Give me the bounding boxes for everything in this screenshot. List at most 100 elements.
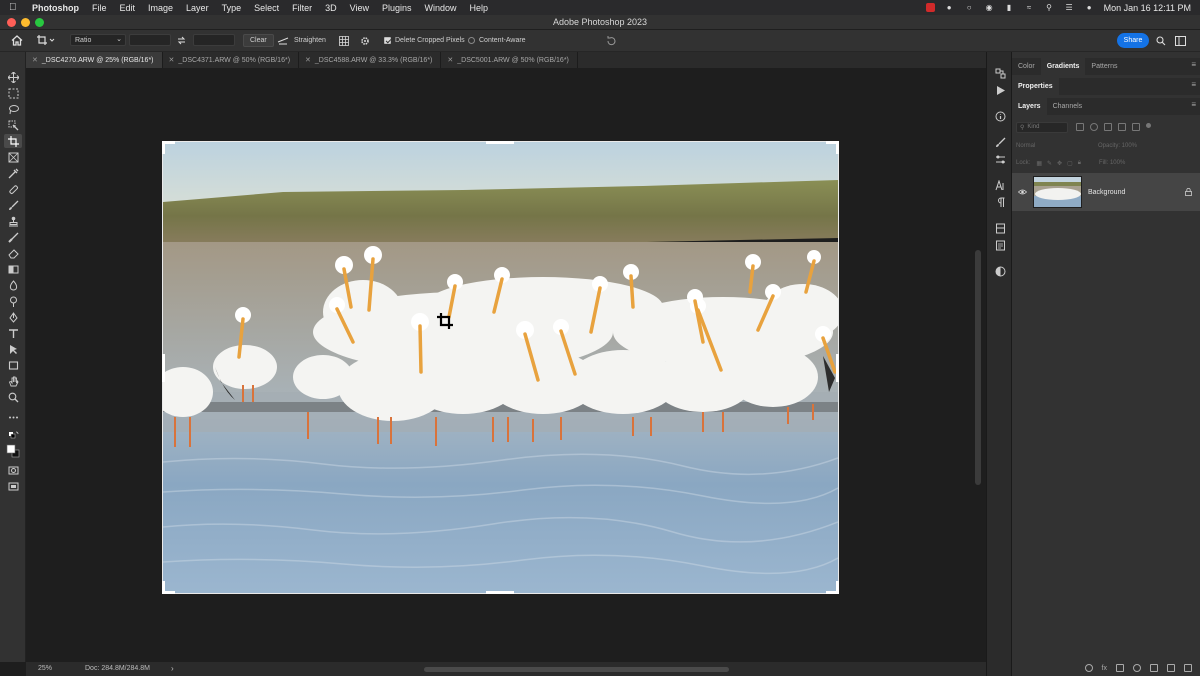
blur-tool-icon[interactable] [4, 278, 22, 292]
record-icon[interactable] [925, 3, 935, 12]
brush-tool-icon[interactable] [4, 198, 22, 212]
color-swatches-icon[interactable] [4, 443, 22, 459]
new-adjustment-layer-icon[interactable] [1133, 664, 1141, 672]
tab-properties[interactable]: Properties [1012, 78, 1059, 95]
overlay-grid-icon[interactable] [339, 34, 349, 47]
home-icon[interactable] [11, 34, 23, 47]
document-image[interactable] [163, 142, 838, 593]
filter-shape-icon[interactable] [1118, 123, 1126, 131]
panel-menu-icon[interactable]: ≡ [1191, 81, 1196, 89]
menu-select[interactable]: Select [254, 3, 279, 13]
delete-layer-icon[interactable] [1184, 664, 1192, 672]
filter-type-icon[interactable] [1104, 123, 1112, 131]
paragraph-icon[interactable] [993, 195, 1007, 209]
menu-image[interactable]: Image [148, 3, 173, 13]
tab-layers[interactable]: Layers [1012, 98, 1047, 115]
type-tool-icon[interactable] [4, 326, 22, 340]
menu-edit[interactable]: Edit [120, 3, 136, 13]
menu-plugins[interactable]: Plugins [382, 3, 412, 13]
swap-ratio-icon[interactable] [177, 34, 186, 47]
content-aware-radio[interactable]: Content-Aware [468, 34, 526, 47]
pen-tool-icon[interactable] [4, 310, 22, 324]
visibility-eye-icon[interactable] [1012, 189, 1032, 195]
layer-kind-filter[interactable]: ⚲ Kind [1016, 121, 1068, 133]
control-center-icon[interactable]: ◉ [984, 3, 995, 12]
crop-handle-top[interactable] [486, 141, 514, 144]
glyphs-icon[interactable] [993, 221, 1007, 235]
menu-layer[interactable]: Layer [186, 3, 209, 13]
filter-toggle-icon[interactable] [1146, 123, 1151, 128]
menu-3d[interactable]: 3D [325, 3, 337, 13]
rectangle-tool-icon[interactable] [4, 358, 22, 372]
notes-icon[interactable] [993, 238, 1007, 252]
history-icon[interactable] [993, 66, 1007, 80]
character-icon[interactable] [993, 178, 1007, 192]
new-layer-icon[interactable] [1167, 664, 1175, 672]
menu-view[interactable]: View [350, 3, 369, 13]
marquee-tool-icon[interactable] [4, 86, 22, 100]
tab-gradients[interactable]: Gradients [1040, 58, 1086, 75]
siri-icon[interactable]: ● [1084, 3, 1095, 12]
chevron-right-icon[interactable]: › [171, 664, 174, 673]
tab-channels[interactable]: Channels [1047, 98, 1089, 115]
zoom-level[interactable]: 25% [38, 665, 52, 672]
panel-menu-icon[interactable]: ≡ [1191, 101, 1196, 109]
move-tool-icon[interactable] [4, 70, 22, 84]
menu-help[interactable]: Help [470, 3, 489, 13]
adjustments-icon[interactable] [993, 264, 1007, 278]
more-tools-icon[interactable] [4, 410, 22, 424]
lasso-tool-icon[interactable] [4, 102, 22, 116]
search-icon[interactable]: ⚲ [1044, 3, 1055, 12]
crop-handle-bottom-left-vertical[interactable] [162, 581, 165, 594]
search-icon[interactable] [1156, 34, 1166, 47]
apple-menu-icon[interactable]:  [9, 2, 21, 13]
menu-file[interactable]: File [92, 3, 107, 13]
vertical-scrollbar[interactable] [975, 250, 981, 485]
crop-handle-right[interactable] [836, 354, 839, 382]
tab-document-4[interactable]: ✕ _DSC5001.ARW @ 50% (RGB/16*) [441, 52, 578, 68]
default-colors-icon[interactable] [4, 429, 22, 443]
history-brush-tool-icon[interactable] [4, 230, 22, 244]
close-tab-icon[interactable]: ✕ [169, 56, 175, 64]
crop-tool-preset-icon[interactable] [37, 34, 55, 47]
layer-style-fx-icon[interactable]: fx [1102, 665, 1107, 672]
crop-tool-icon[interactable] [4, 134, 22, 148]
menu-window[interactable]: Window [425, 3, 457, 13]
ratio-height-input[interactable] [193, 34, 235, 46]
link-layers-icon[interactable] [1084, 664, 1093, 672]
lock-artboard-icon[interactable]: ▢ [1067, 160, 1073, 167]
new-group-icon[interactable] [1150, 664, 1158, 672]
crop-handle-top-right-vertical[interactable] [836, 141, 839, 154]
menu-app-name[interactable]: Photoshop [32, 3, 79, 13]
menubar-clock[interactable]: Mon Jan 16 12:11 PM [1104, 3, 1191, 13]
close-tab-icon[interactable]: ✕ [305, 56, 311, 64]
layer-name[interactable]: Background [1088, 189, 1125, 196]
menu-filter[interactable]: Filter [292, 3, 312, 13]
gradient-tool-icon[interactable] [4, 262, 22, 276]
eyedropper-tool-icon[interactable] [4, 166, 22, 180]
zoom-tool-icon[interactable] [4, 390, 22, 404]
path-selection-tool-icon[interactable] [4, 342, 22, 356]
healing-brush-tool-icon[interactable] [4, 182, 22, 196]
tab-document-2[interactable]: ✕ _DSC4371.ARW @ 50% (RGB/16*) [163, 52, 300, 68]
screen-mode-icon[interactable] [4, 479, 22, 493]
add-mask-icon[interactable] [1116, 664, 1124, 672]
straighten-button[interactable]: Straighten [277, 34, 326, 47]
crop-handle-bottom-right-vertical[interactable] [836, 581, 839, 594]
info-icon[interactable] [993, 109, 1007, 123]
filter-pixel-icon[interactable] [1076, 123, 1084, 131]
layer-row-background[interactable]: Background [1012, 173, 1200, 211]
ratio-width-input[interactable] [129, 34, 171, 46]
clear-button[interactable]: Clear [243, 34, 274, 47]
quick-mask-icon[interactable] [4, 463, 22, 477]
tab-patterns[interactable]: Patterns [1085, 58, 1123, 75]
dodge-tool-icon[interactable] [4, 294, 22, 308]
actions-play-icon[interactable] [993, 83, 1007, 97]
panel-menu-icon[interactable]: ≡ [1191, 61, 1196, 69]
delete-cropped-pixels-checkbox[interactable]: Delete Cropped Pixels [384, 34, 465, 47]
clone-stamp-tool-icon[interactable] [4, 214, 22, 228]
lock-all-icon[interactable]: 🔒︎ [1078, 160, 1081, 167]
layer-thumbnail[interactable] [1033, 176, 1082, 208]
tab-document-1[interactable]: ✕ _DSC4270.ARW @ 25% (RGB/16*) [26, 52, 163, 68]
filter-adjustment-icon[interactable] [1090, 123, 1098, 131]
